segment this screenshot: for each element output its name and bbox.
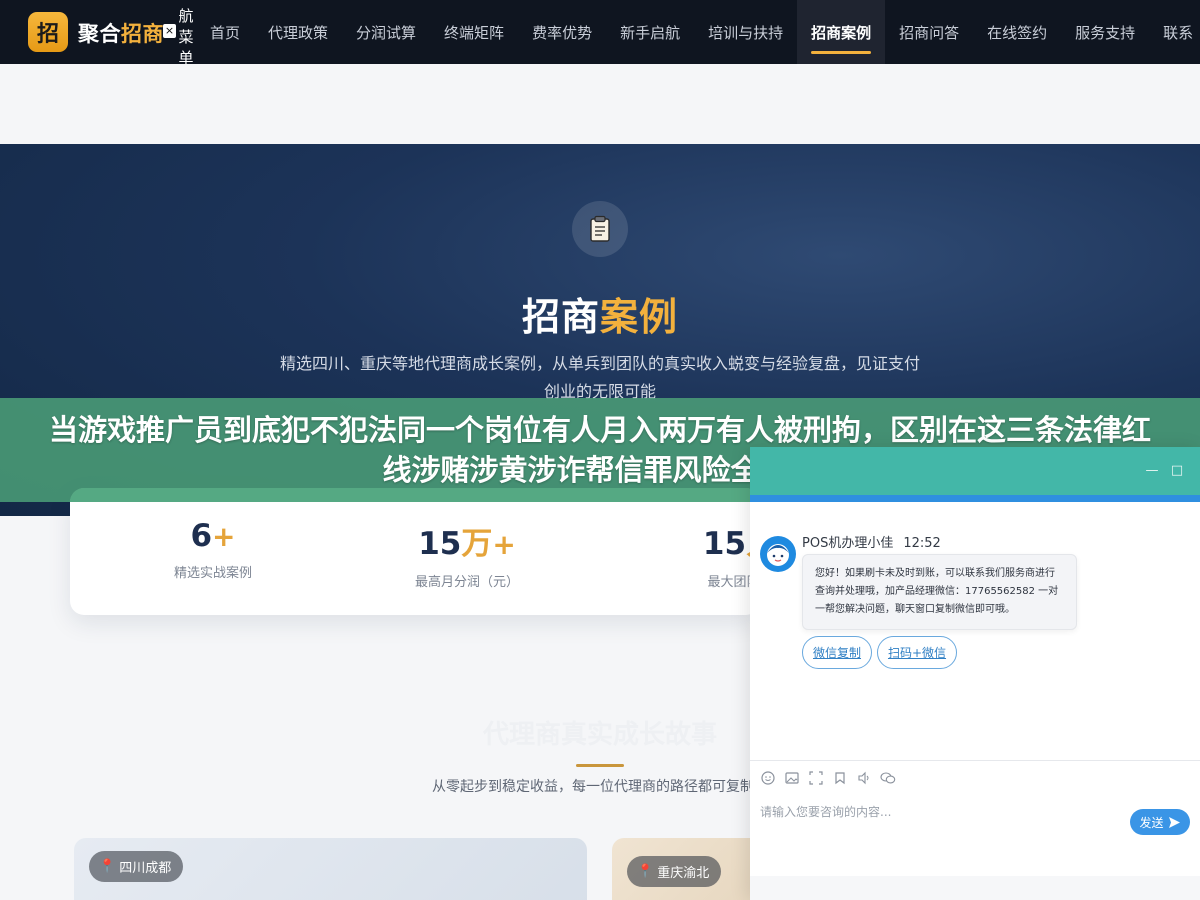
nav-item-cases[interactable]: 招商案例 [797,0,886,64]
stat-number: 15 [418,526,462,562]
minimize-icon[interactable]: — [1145,464,1159,478]
chat-header-strip [750,495,1200,502]
chat-message-input[interactable] [760,801,1120,823]
section-divider [576,764,624,767]
send-button[interactable]: 发送 [1130,809,1190,835]
stat-label: 最大团队规 [707,575,760,590]
stat-label: 精选实战案例 [173,566,252,581]
stat-value: 15万+ [357,518,577,563]
location-badge: 📍 重庆渝北 [627,856,722,887]
location-pin-icon: 📍 [99,859,116,874]
stats-card: 6+ 精选实战案例 15万+ 最高月分润（元） 15人 最大团队规 [70,488,760,615]
stat-number: 6 [190,518,213,554]
maximize-icon[interactable]: □ [1170,464,1184,478]
location-label: 重庆渝北 [657,866,710,881]
stat-number: 15 [702,526,747,562]
menu-toggle-label[interactable]: 航菜单 [178,6,194,64]
send-label: 发送 [1139,815,1164,830]
emoji-icon[interactable] [760,770,776,787]
clipboard-icon [572,201,628,257]
favorite-icon[interactable] [832,771,848,787]
logo-text-highlight: 招商 [121,22,164,46]
stat-value: 6+ [103,518,323,554]
nav-item-contact[interactable]: 联系 [1149,0,1200,64]
nav-item-online-signing[interactable]: 在线签约 [973,0,1061,64]
message-time: 12:52 [903,536,941,551]
voice-icon[interactable] [856,771,872,787]
agent-name: POS机办理小佳 12:52 [802,532,941,551]
nav-item-terminal-matrix[interactable]: 终端矩阵 [430,0,518,64]
location-pin-icon: 📍 [637,864,654,879]
stat-label: 最高月分润（元） [414,575,519,590]
logo-text-primary: 聚合 [78,22,121,46]
chat-messages[interactable]: POS机办理小佳 12:52 您好！如果刷卡未及时到账，可以联系我们服务商进行查询… [750,502,1200,760]
chat-header[interactable]: — □ [750,447,1200,502]
nav-item-agent-policy[interactable]: 代理政策 [254,0,342,64]
send-icon [1168,816,1180,828]
logo-text[interactable]: 聚合招商 [78,18,164,48]
nav-item-rate-advantage[interactable]: 费率优势 [518,0,606,64]
agent-name-text: POS机办理小佳 [802,536,894,551]
nav-item-home[interactable]: 首页 [196,0,254,64]
top-navigation: 招 聚合招商 × 航菜单 首页 代理政策 分润试算 终端矩阵 费率优势 新手启航… [0,0,1200,64]
chat-widget: — □ POS机办理小佳 12:52 您好！如果刷卡未及时到账，可以联系我们服务商… [750,447,1200,900]
chat-footer [750,876,1200,900]
stat-team-size: 15人 最大团队规 [630,518,760,590]
case-card-chengdu[interactable]: 📍 四川成都 [74,838,587,900]
scan-wechat-button[interactable]: 扫码+微信 [877,636,957,669]
logo-badge[interactable]: 招 [28,12,68,52]
message-bubble: 您好！如果刷卡未及时到账，可以联系我们服务商进行查询并处理哦，加产品经理微信：1… [802,554,1077,630]
nav-item-beginner-start[interactable]: 新手启航 [606,0,694,64]
location-badge: 📍 四川成都 [89,851,184,882]
copy-wechat-button[interactable]: 微信复制 [802,636,872,669]
stat-unit: 万 [461,526,493,562]
nav-item-training-support[interactable]: 培训与扶持 [694,0,797,64]
close-icon[interactable]: × [163,24,176,38]
stat-plus: + [492,528,516,561]
page-title-primary: 招商 [521,295,600,339]
stat-cases: 6+ 精选实战案例 [103,518,323,581]
nav-item-faq[interactable]: 招商问答 [885,0,973,64]
screenshot-icon[interactable] [808,770,824,787]
nav-item-profit-calculator[interactable]: 分润试算 [342,0,430,64]
stat-plus: + [212,520,236,553]
nav-item-service-support[interactable]: 服务支持 [1061,0,1149,64]
stat-max-profit: 15万+ 最高月分润（元） [357,518,577,590]
chat-toolbar [750,760,1200,796]
stat-value: 15人 [630,518,760,563]
page-title: 招商案例 [0,286,1200,341]
page-title-highlight: 案例 [600,295,679,339]
wechat-icon[interactable] [880,771,896,787]
agent-avatar [760,536,796,572]
nav-menu: 首页 代理政策 分润试算 终端矩阵 费率优势 新手启航 培训与扶持 招商案例 招… [196,0,1200,64]
location-label: 四川成都 [119,861,172,876]
image-icon[interactable] [784,771,800,787]
case-card-chongqing[interactable]: 📍 重庆渝北 [612,838,762,900]
page-spacer [0,64,1200,144]
